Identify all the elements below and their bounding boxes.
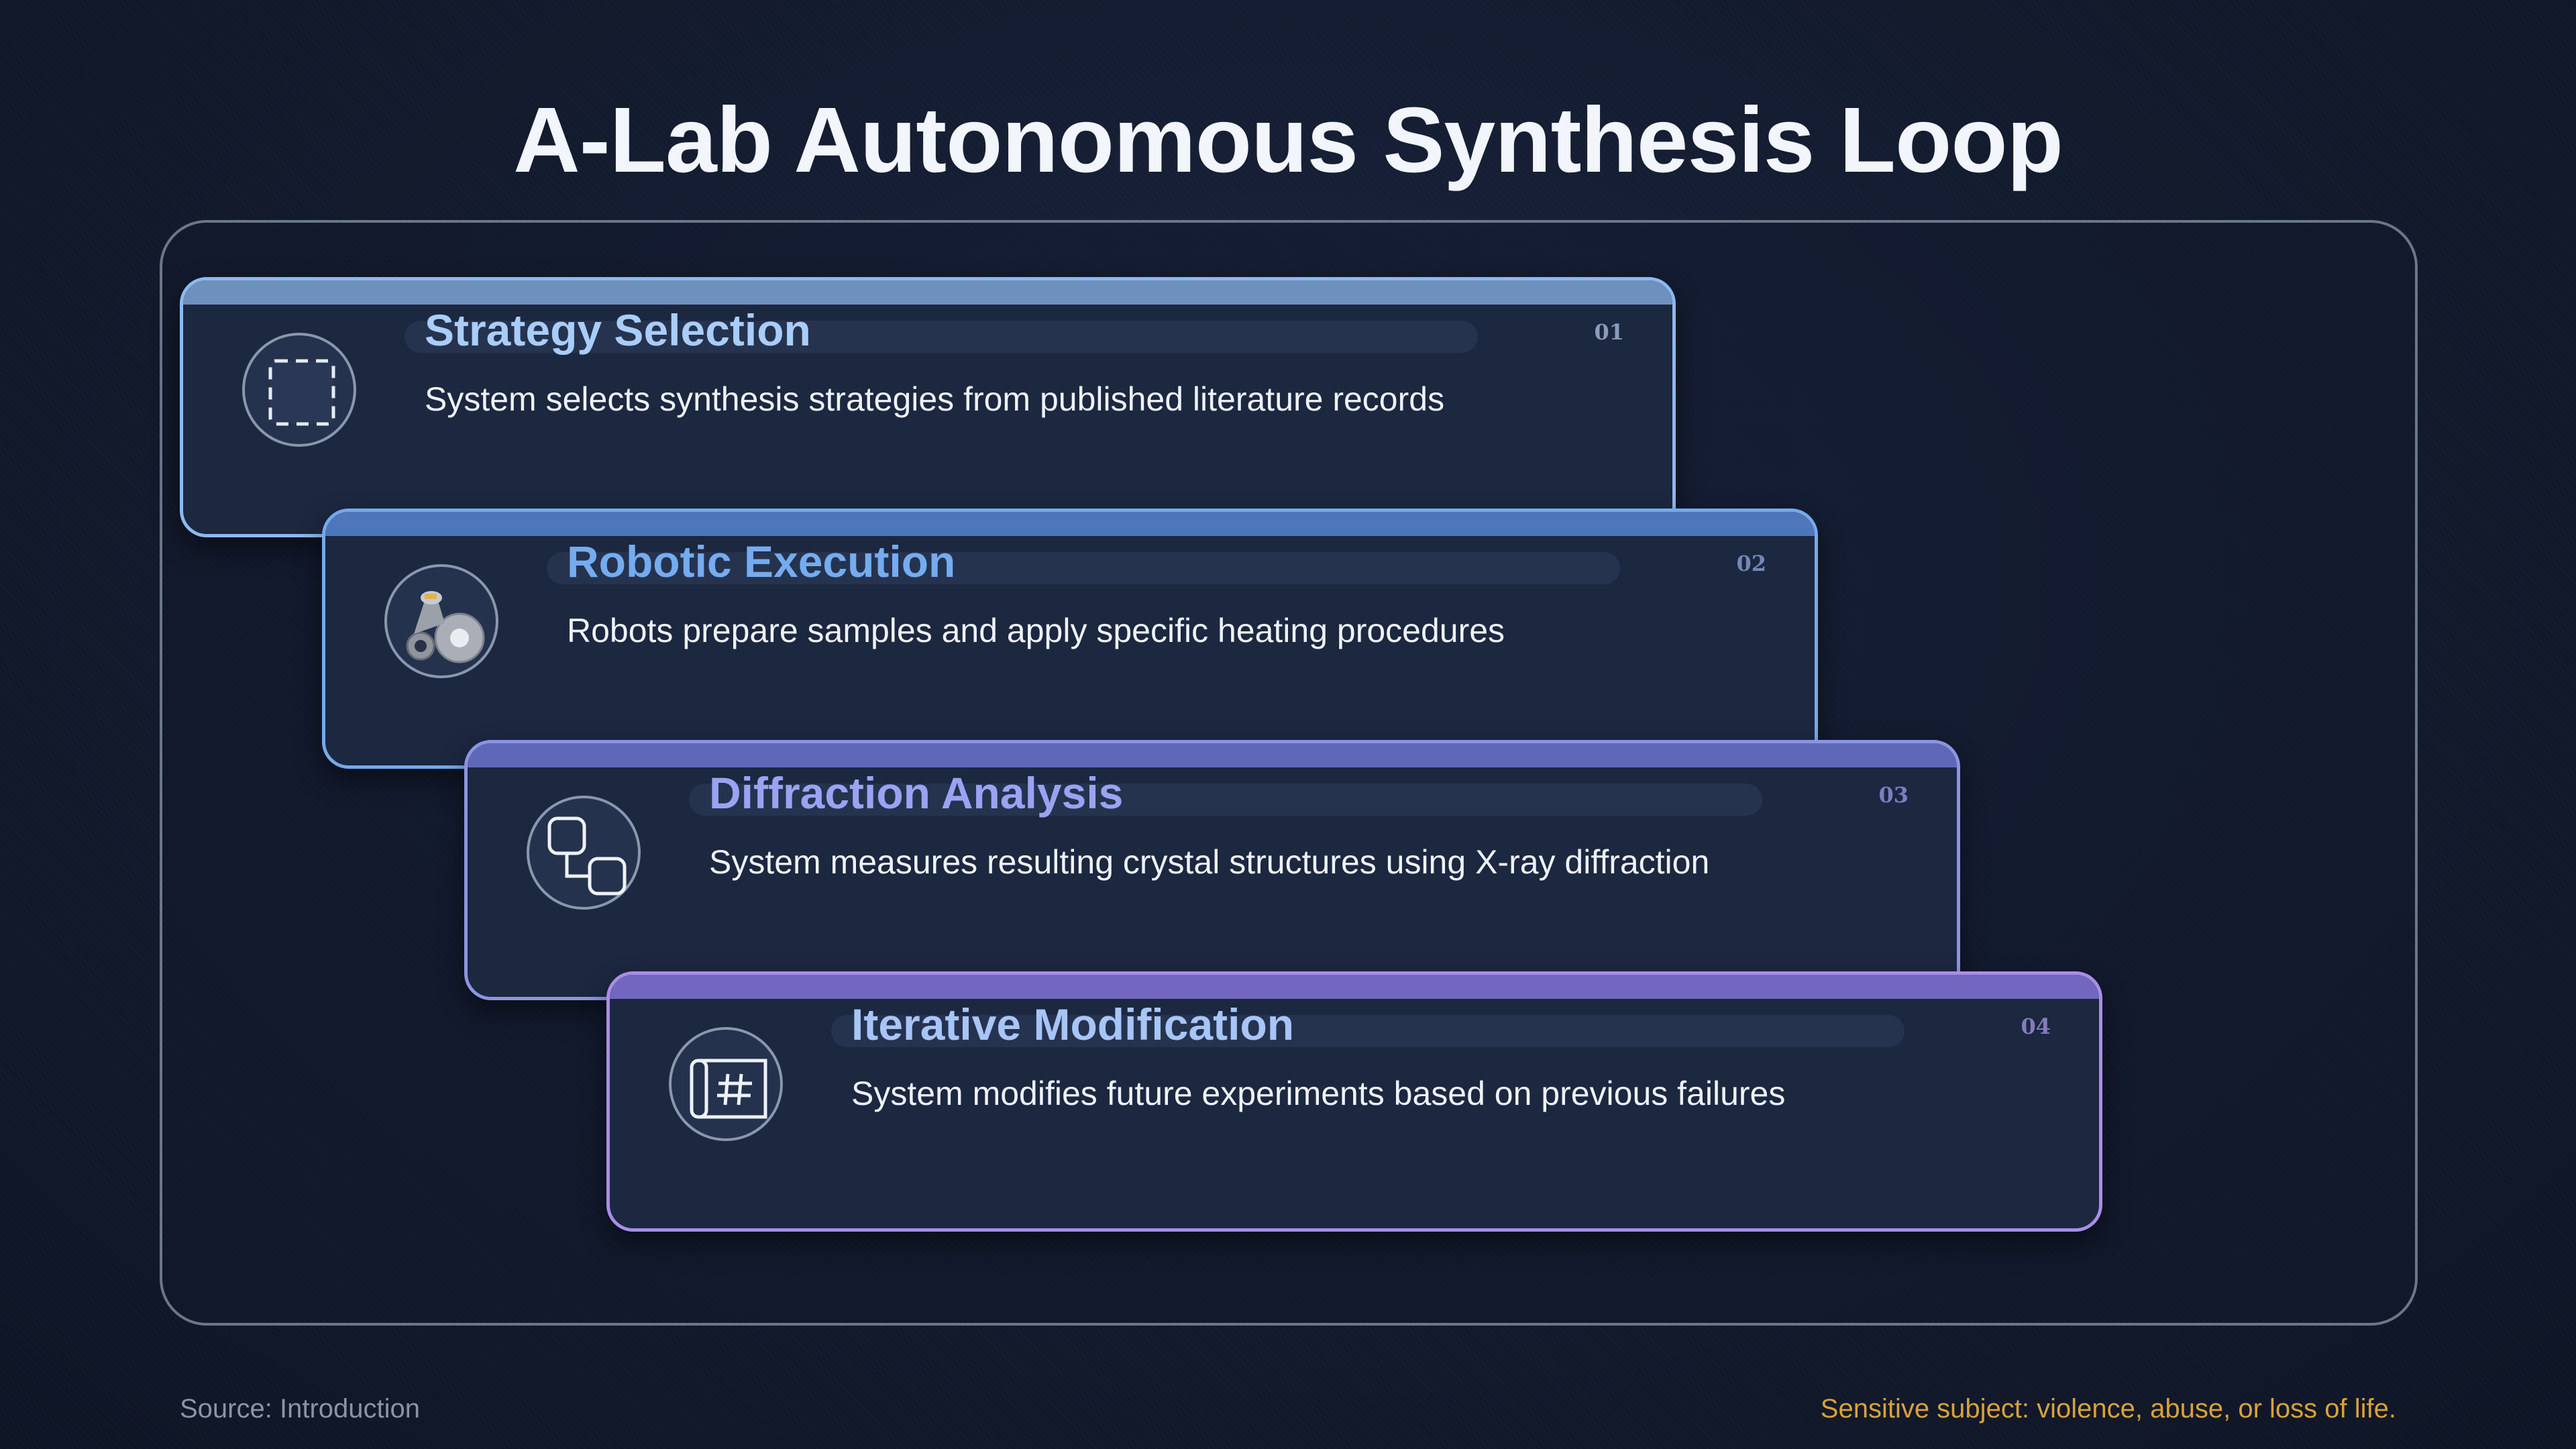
step-number: 04	[2021, 1014, 2051, 1039]
step-number: 02	[1736, 551, 1766, 576]
blueprint-icon	[669, 1027, 783, 1141]
sensitive-subject-note: Sensitive subject: violence, abuse, or l…	[1820, 1394, 2396, 1424]
step-card-4: Iterative Modification 04 System modifie…	[606, 971, 2102, 1232]
step-description: System measures resulting crystal struct…	[709, 843, 1710, 881]
workflow-icon	[527, 796, 641, 910]
selection-icon	[242, 333, 356, 447]
source-caption: Source: Introduction	[180, 1394, 420, 1424]
step-card-3: Diffraction Analysis 03 System measures …	[464, 740, 1960, 1000]
step-description: System selects synthesis strategies from…	[425, 380, 1445, 418]
step-title: Robotic Execution	[567, 537, 956, 586]
step-description: System modifies future experiments based…	[851, 1075, 1786, 1112]
step-card-2: Robotic Execution 02 Robots prepare samp…	[322, 508, 1818, 769]
step-title: Diffraction Analysis	[709, 768, 1124, 818]
card-top-bar	[468, 743, 1957, 767]
card-top-bar	[610, 975, 2099, 999]
step-title: Iterative Modification	[851, 1000, 1295, 1049]
card-top-bar	[325, 512, 1815, 536]
robot-arm-icon	[384, 564, 498, 678]
step-title: Strategy Selection	[425, 305, 811, 355]
step-number: 01	[1594, 319, 1624, 345]
step-description: Robots prepare samples and apply specifi…	[567, 612, 1505, 649]
page-title: A-Lab Autonomous Synthesis Loop	[513, 89, 2063, 192]
card-top-bar	[183, 280, 1672, 305]
step-card-1: Strategy Selection 01 System selects syn…	[180, 277, 1676, 537]
step-number: 03	[1878, 782, 1909, 808]
